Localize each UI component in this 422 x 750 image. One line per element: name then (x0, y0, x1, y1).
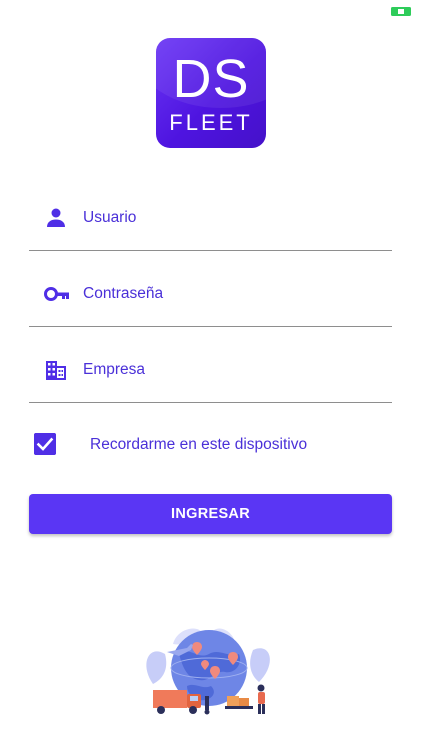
password-field[interactable]: Contraseña (29, 250, 392, 327)
building-icon (46, 361, 66, 380)
key-icon (44, 287, 69, 301)
company-field[interactable]: Empresa (29, 326, 392, 403)
username-label: Usuario (83, 209, 137, 226)
person-icon (47, 208, 65, 227)
logo-title: DS (172, 49, 250, 109)
logistics-globe-illustration (146, 628, 270, 715)
login-button[interactable]: INGRESAR (29, 494, 392, 534)
password-label: Contraseña (83, 285, 164, 302)
company-label: Empresa (83, 361, 146, 378)
logo-subtitle: FLEET (169, 110, 253, 135)
remember-device-row[interactable]: Recordarme en este dispositivo (34, 432, 394, 458)
checkbox-checked-icon[interactable] (34, 433, 56, 455)
username-field[interactable]: Usuario (29, 174, 392, 251)
remember-device-label: Recordarme en este dispositivo (90, 436, 308, 453)
battery-indicator-icon (391, 7, 411, 16)
app-logo: DS FLEET (156, 38, 266, 148)
